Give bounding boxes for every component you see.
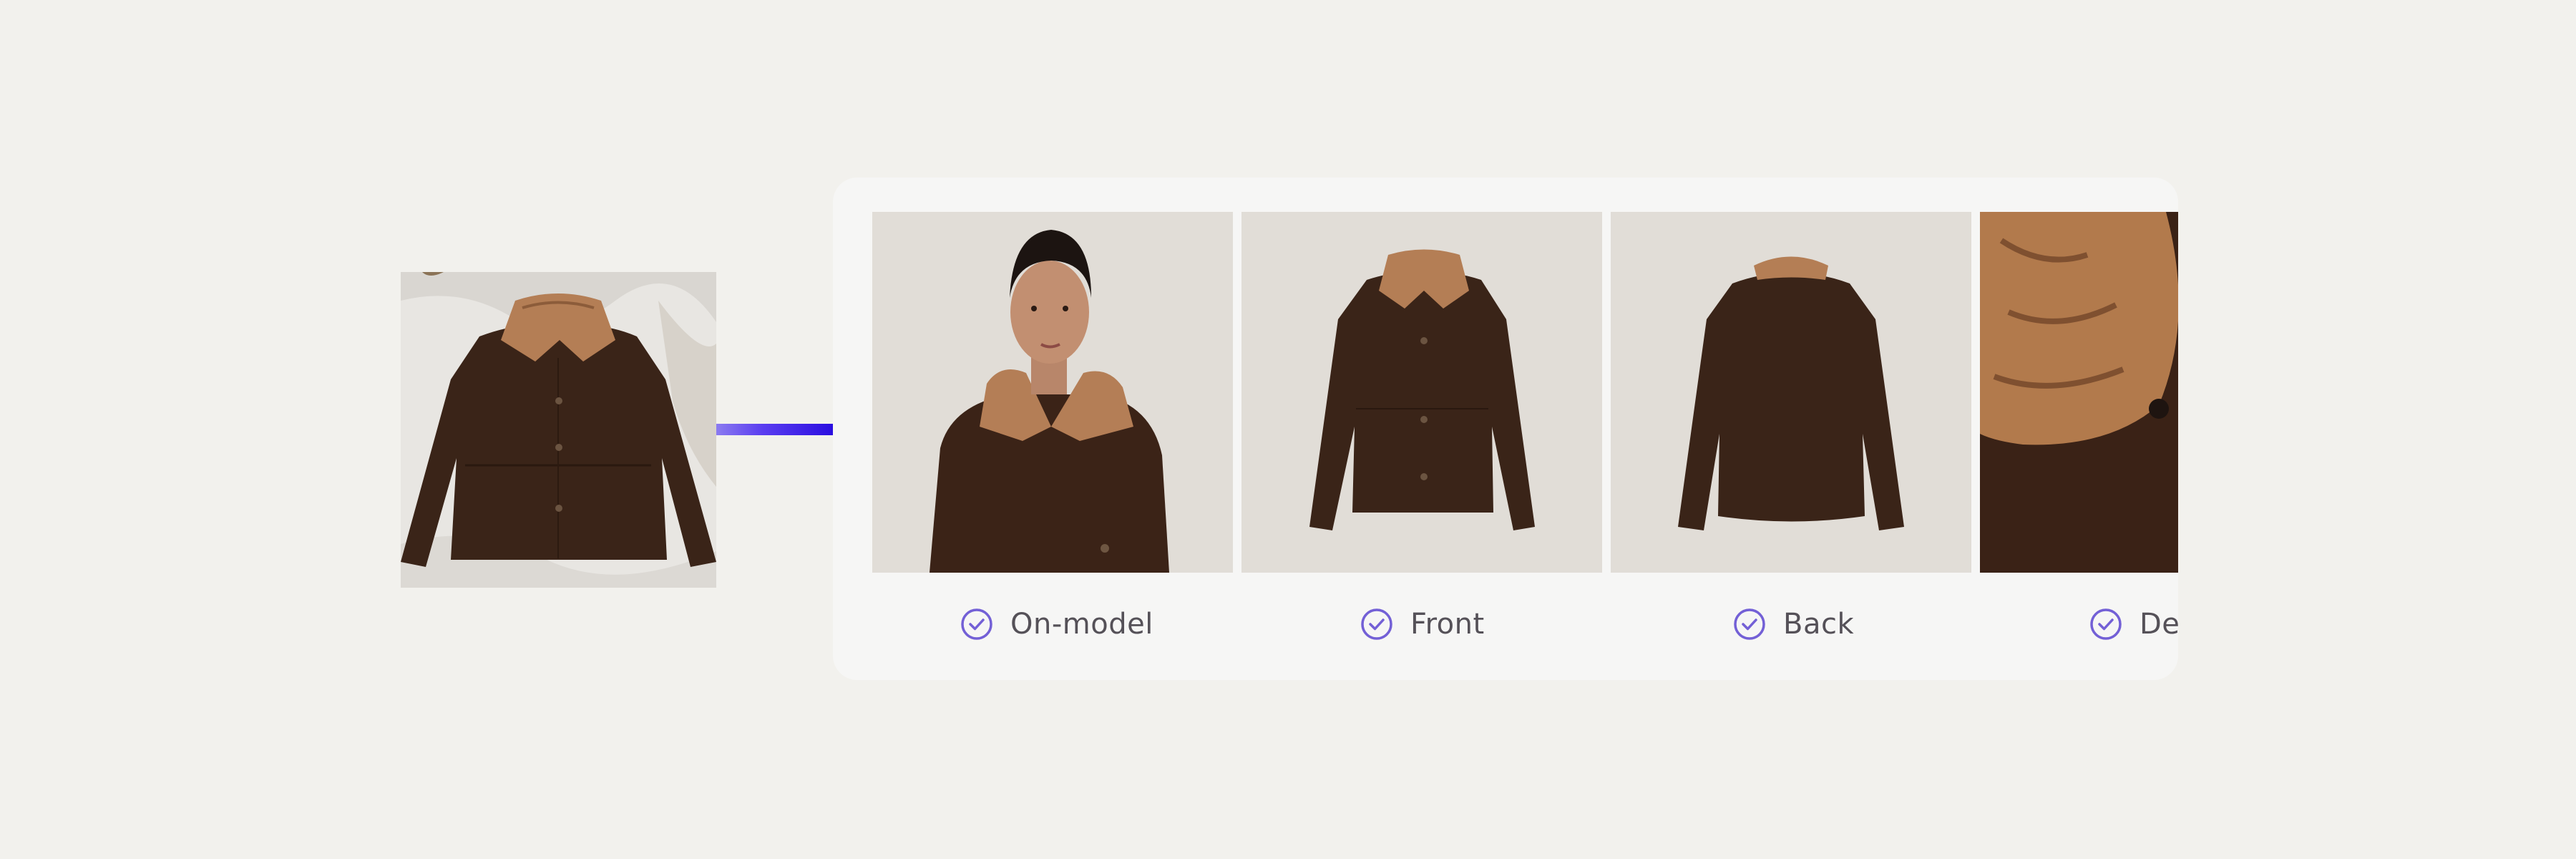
caption-detail: De (2089, 604, 2178, 644)
back-image[interactable] (1611, 212, 1971, 573)
flow-connector (716, 424, 833, 435)
fur-collar-detail-icon (1980, 212, 2178, 573)
check-circle-icon (2090, 608, 2122, 640)
check-circle-icon (1361, 608, 1392, 640)
caption-label: Back (1783, 608, 1855, 641)
caption-front: Front (1360, 604, 1485, 644)
source-jacket-photo (401, 272, 716, 588)
generated-views-card: On-model Front Back De (833, 178, 2178, 680)
jacket-flatlay-icon (401, 272, 716, 588)
detail-image[interactable] (1980, 212, 2178, 573)
check-circle-icon (1734, 608, 1765, 640)
caption-back: Back (1733, 604, 1854, 644)
caption-label: On-model (1010, 608, 1153, 641)
jacket-back-icon (1611, 212, 1971, 573)
model-portrait-icon (872, 212, 1233, 573)
caption-label: De (2140, 608, 2178, 641)
check-circle-icon (961, 608, 992, 640)
jacket-front-icon (1241, 212, 1602, 573)
on-model-image[interactable] (872, 212, 1233, 573)
caption-on-model: On-model (960, 604, 1153, 644)
front-image[interactable] (1241, 212, 1602, 573)
caption-label: Front (1410, 608, 1485, 641)
